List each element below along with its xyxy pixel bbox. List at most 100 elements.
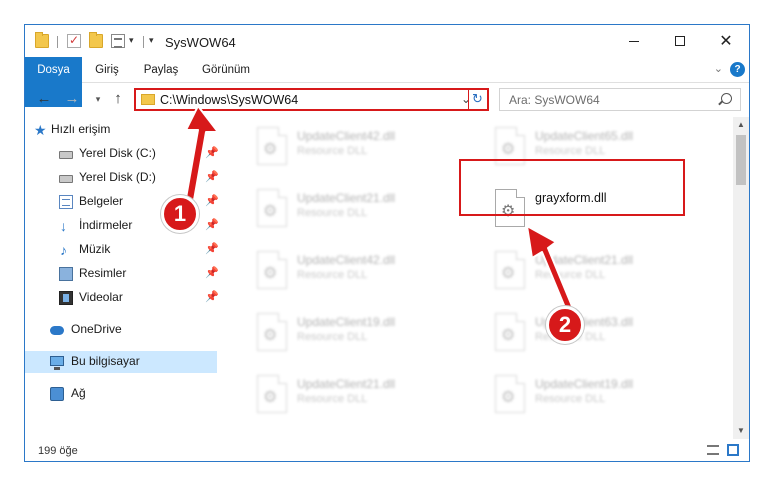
file-name: UpdateClient21.dll (297, 191, 396, 205)
sidebar-item-label: Yerel Disk (D:) (79, 170, 156, 184)
file-item[interactable]: ⚙ UpdateClient42.dll Resource DLL (247, 125, 477, 175)
up-arrow-icon[interactable]: ↑ (109, 89, 127, 109)
sidebar-item-label: Ağ (71, 386, 86, 400)
expand-ribbon-chevron-icon[interactable]: ⌄ (714, 62, 723, 75)
tab-view[interactable]: Görünüm (195, 57, 257, 83)
refresh-icon[interactable]: ↻ (472, 91, 483, 107)
quick-access-dropdown-icon[interactable]: ▾ (149, 35, 154, 46)
dll-file-icon: ⚙ (495, 127, 525, 165)
file-name: UpdateClient42.dll (297, 253, 396, 267)
dll-file-icon: ⚙ (495, 251, 525, 289)
close-button[interactable]: ✕ (703, 25, 749, 57)
maximize-button[interactable] (657, 25, 703, 57)
gear-icon: ⚙ (263, 203, 278, 220)
search-placeholder: Ara: SysWOW64 (509, 93, 600, 107)
step-1-badge: 1 (161, 195, 199, 233)
sidebar-item-network[interactable]: Ağ (25, 383, 217, 405)
dll-file-icon: ⚙ (495, 189, 525, 227)
status-bar: 199 öğe (25, 439, 749, 461)
file-item-target[interactable]: ⚙ grayxform.dll (485, 187, 715, 237)
file-name: UpdateClient21.dll (535, 253, 634, 267)
documents-icon (59, 195, 73, 209)
file-item[interactable]: ⚙ UpdateClient63.dll Resource DLL (485, 311, 715, 361)
navigation-pane: ★ Hızlı erişim Yerel Disk (C:) 📌 Yerel D… (25, 117, 219, 439)
file-type: Resource DLL (297, 207, 368, 219)
sidebar-item-music[interactable]: ♪ Müzik 📌 (25, 239, 219, 261)
file-name: UpdateClient19.dll (297, 315, 396, 329)
computer-icon (50, 356, 64, 370)
dll-file-icon: ⚙ (257, 127, 287, 165)
details-view-icon[interactable] (707, 445, 719, 455)
file-type: Resource DLL (535, 269, 606, 281)
sidebar-item-videos[interactable]: Videolar 📌 (25, 287, 219, 309)
videos-icon (59, 291, 73, 305)
dll-file-icon: ⚙ (495, 375, 525, 413)
file-name: UpdateClient19.dll (535, 377, 634, 391)
dll-file-icon: ⚙ (257, 189, 287, 227)
vertical-scrollbar[interactable]: ▲ ▼ (733, 117, 749, 439)
address-bar[interactable]: C:\Windows\SysWOW64 ⌄ ↻ (134, 88, 489, 111)
recent-locations-chevron-icon[interactable]: ▾ (89, 89, 107, 109)
large-icons-view-icon[interactable] (727, 444, 739, 456)
dll-file-icon: ⚙ (257, 313, 287, 351)
address-path[interactable]: C:\Windows\SysWOW64 (160, 93, 298, 107)
sidebar-item-pictures[interactable]: Resimler 📌 (25, 263, 219, 285)
sidebar-item-quick-access[interactable]: ★ Hızlı erişim (25, 119, 217, 141)
dll-file-icon: ⚙ (257, 375, 287, 413)
sidebar-item-local-disk-c[interactable]: Yerel Disk (C:) 📌 (25, 143, 219, 165)
close-icon: ✕ (719, 33, 733, 50)
explorer-window: ▾ ▾ SysWOW64 ✕ Dosya Giriş Paylaş Görünü… (24, 24, 750, 462)
scroll-up-arrow-icon[interactable]: ▲ (733, 117, 749, 133)
file-type: Resource DLL (297, 269, 368, 281)
search-icon[interactable] (721, 93, 732, 104)
sidebar-item-label: Belgeler (79, 194, 124, 208)
address-dropdown-chevron-icon[interactable]: ⌄ (461, 92, 471, 106)
search-input[interactable]: Ara: SysWOW64 (499, 88, 741, 111)
file-item[interactable]: ⚙ UpdateClient21.dll Resource DLL (485, 249, 715, 299)
sidebar-item-label: Bu bilgisayar (71, 354, 140, 368)
step-2-badge: 2 (546, 306, 584, 344)
window-title: SysWOW64 (165, 35, 236, 50)
scroll-down-arrow-icon[interactable]: ▼ (733, 423, 749, 439)
file-item[interactable]: ⚙ UpdateClient19.dll Resource DLL (247, 311, 477, 361)
file-item[interactable]: ⚙ UpdateClient19.dll Resource DLL (485, 373, 715, 423)
file-item[interactable]: ⚙ UpdateClient65.dll Resource DLL (485, 125, 715, 175)
file-type: Resource DLL (535, 145, 606, 157)
separator (143, 36, 144, 48)
sidebar-item-label: Videolar (79, 290, 123, 304)
file-name: UpdateClient42.dll (297, 129, 396, 143)
tab-share[interactable]: Paylaş (135, 57, 187, 83)
file-item[interactable]: ⚙ UpdateClient42.dll Resource DLL (247, 249, 477, 299)
minimize-icon (629, 40, 639, 42)
help-icon[interactable]: ? (730, 62, 745, 77)
minimize-button[interactable] (611, 25, 657, 57)
file-item[interactable]: ⚙ UpdateClient21.dll Resource DLL (247, 187, 477, 237)
new-folder-icon[interactable] (89, 32, 103, 48)
cloud-icon (50, 326, 64, 335)
tab-home[interactable]: Giriş (86, 57, 128, 83)
file-item[interactable]: ⚙ UpdateClient21.dll Resource DLL (247, 373, 477, 423)
file-list: ⚙ UpdateClient42.dll Resource DLL ⚙ Upda… (217, 117, 735, 439)
music-icon: ♪ (60, 242, 67, 258)
rename-icon[interactable] (111, 34, 125, 48)
chevron-down-icon[interactable]: ▾ (129, 35, 134, 46)
forward-arrow-icon[interactable]: → (63, 89, 81, 109)
scroll-thumb[interactable] (736, 135, 746, 185)
network-icon (50, 387, 64, 401)
title-bar: ▾ ▾ SysWOW64 ✕ (25, 25, 749, 61)
file-type: Resource DLL (297, 393, 368, 405)
sidebar-item-label: Resimler (79, 266, 127, 280)
sidebar-item-onedrive[interactable]: OneDrive (25, 319, 217, 341)
sidebar-item-label: OneDrive (71, 322, 122, 336)
sidebar-item-this-pc[interactable]: Bu bilgisayar (25, 351, 217, 373)
separator (57, 36, 58, 48)
gear-icon: ⚙ (263, 327, 278, 344)
gear-icon: ⚙ (501, 327, 516, 344)
gear-icon: ⚙ (263, 389, 278, 406)
item-count: 199 öğe (38, 445, 78, 457)
file-name: grayxform.dll (535, 191, 607, 205)
properties-check-icon[interactable] (67, 33, 81, 48)
file-name: UpdateClient21.dll (297, 377, 396, 391)
back-arrow-icon[interactable]: ← (35, 89, 53, 109)
sidebar-item-local-disk-d[interactable]: Yerel Disk (D:) 📌 (25, 167, 219, 189)
